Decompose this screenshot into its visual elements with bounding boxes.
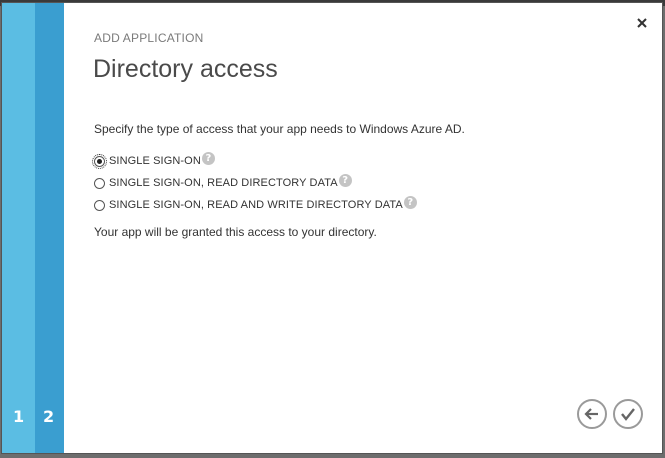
page-title: Directory access	[93, 55, 278, 83]
option-read-write-directory-data[interactable]: SINGLE SIGN-ON, READ AND WRITE DIRECTORY…	[94, 194, 417, 216]
radio-single-sign-on[interactable]	[92, 153, 107, 169]
access-options: SINGLE SIGN-ON ? SINGLE SIGN-ON, READ DI…	[92, 150, 417, 216]
back-arrow-icon	[584, 408, 598, 420]
radio-read-directory-data[interactable]	[94, 177, 105, 189]
option-label: SINGLE SIGN-ON, READ AND WRITE DIRECTORY…	[109, 199, 403, 211]
option-read-directory-data[interactable]: SINGLE SIGN-ON, READ DIRECTORY DATA ?	[94, 172, 417, 194]
dialog-kicker: ADD APPLICATION	[94, 31, 204, 45]
option-label: SINGLE SIGN-ON	[109, 155, 201, 167]
option-single-sign-on[interactable]: SINGLE SIGN-ON ?	[92, 150, 417, 172]
option-label: SINGLE SIGN-ON, READ DIRECTORY DATA	[109, 177, 338, 189]
finish-button[interactable]	[613, 399, 643, 429]
radio-read-write-directory-data[interactable]	[94, 199, 105, 211]
add-application-dialog: 1 2 ADD APPLICATION Directory access Spe…	[1, 2, 663, 454]
step-2-indicator[interactable]: 2	[43, 407, 54, 426]
step-rail-2	[35, 3, 64, 453]
step-rail-1	[2, 3, 35, 453]
access-note: Your app will be granted this access to …	[94, 225, 377, 239]
help-icon[interactable]: ?	[403, 195, 417, 209]
checkmark-icon	[621, 408, 635, 421]
help-icon[interactable]: ?	[201, 151, 215, 165]
access-description: Specify the type of access that your app…	[94, 122, 465, 136]
step-1-indicator[interactable]: 1	[13, 407, 24, 426]
close-icon[interactable]	[635, 15, 649, 29]
back-button[interactable]	[577, 399, 607, 429]
help-icon[interactable]: ?	[338, 173, 352, 187]
